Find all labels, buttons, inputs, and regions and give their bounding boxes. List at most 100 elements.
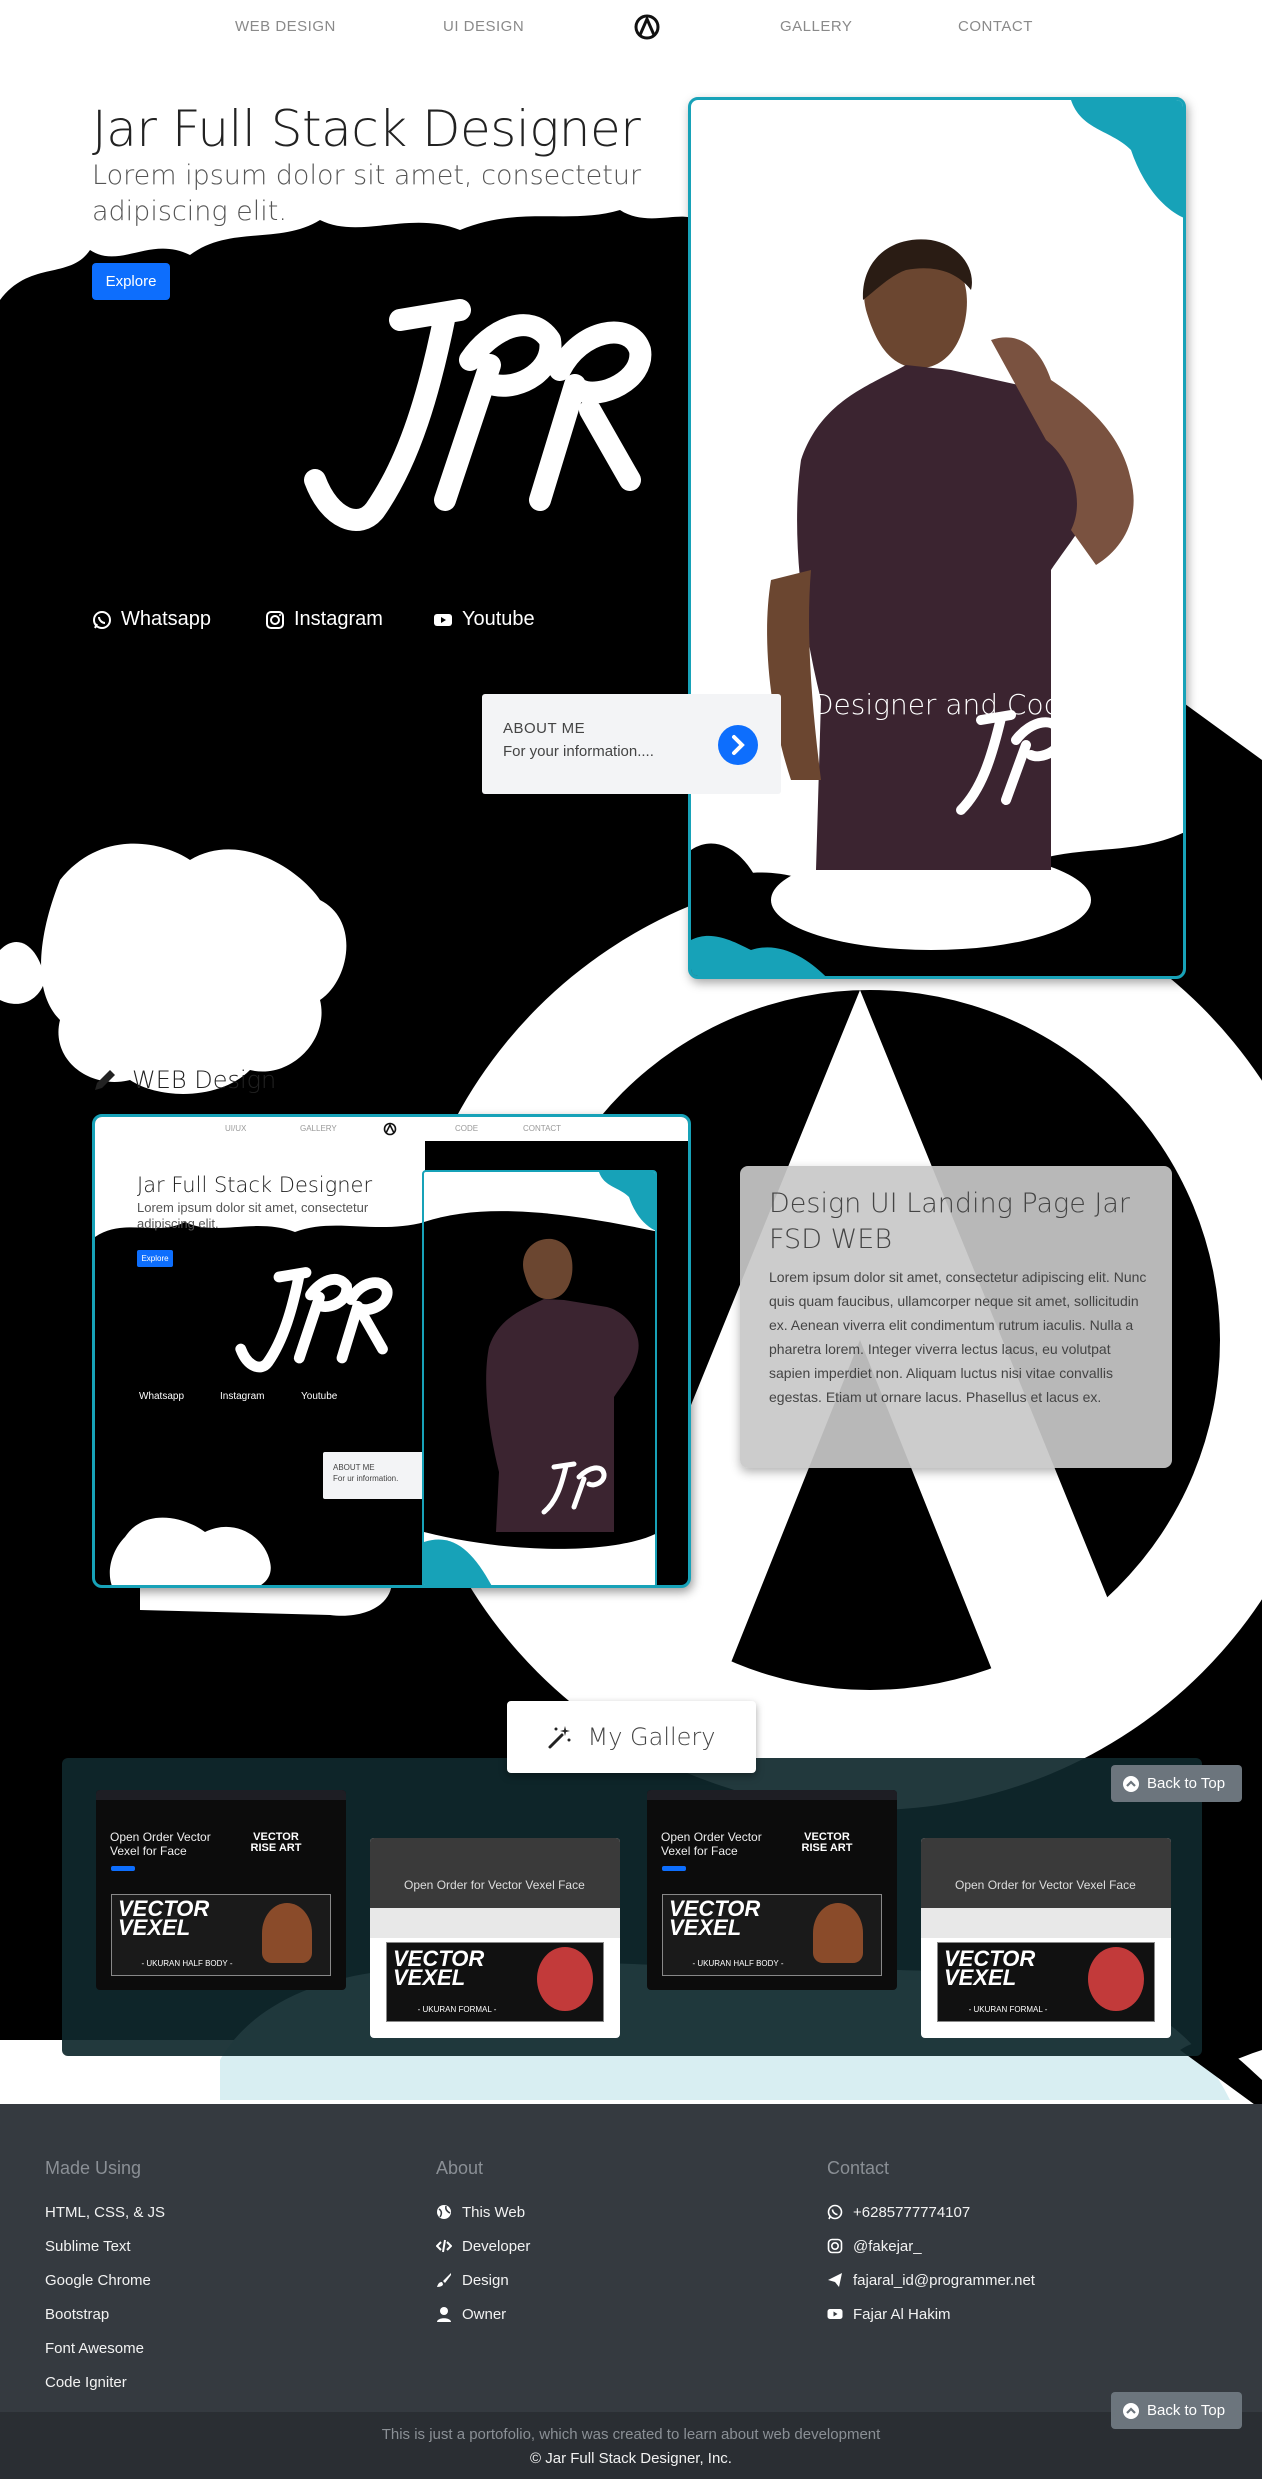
hero-subtitle: Lorem ipsum dolor sit amet, consectetur … xyxy=(92,160,642,227)
web-design-heading: WEB Design xyxy=(92,1066,276,1094)
footer-contact-label: Fajar Al Hakim xyxy=(853,2305,951,2323)
footer-contact-email[interactable]: fajaral_id@programmer.net xyxy=(827,2263,1035,2297)
preview-signature-logo xyxy=(235,1267,393,1373)
footer-made-using-heading: Made Using xyxy=(45,2158,142,2178)
youtube-icon xyxy=(434,613,452,626)
jar-signature-logo xyxy=(304,299,652,531)
footer-contact-label: +6285777774107 xyxy=(853,2203,971,2221)
social-whatsapp[interactable]: Whatsapp xyxy=(92,608,211,631)
about-me-card[interactable]: ABOUT ME For your information.... xyxy=(482,694,781,794)
preview-nav-gallery: GALLERY xyxy=(300,1124,337,1133)
footer-about-label: Owner xyxy=(462,2305,507,2323)
preview-nav-code: CODE xyxy=(455,1124,479,1133)
arrow-up-icon xyxy=(1123,2402,1139,2419)
social-youtube-label: Youtube xyxy=(462,608,535,630)
footer-about: About This Web Developer Design Owner xyxy=(436,2158,530,2331)
footer-contact-instagram[interactable]: @fakejar_ xyxy=(827,2229,1035,2263)
gallery-item[interactable]: Open Order Vector Vexel for Face VECTOR … xyxy=(96,1790,346,1990)
gallery-item-caption: Open Order Vector Vexel for Face xyxy=(110,1830,211,1858)
footer-tool-item: Code Igniter xyxy=(45,2373,127,2391)
chevron-right-icon xyxy=(732,735,745,755)
footer: Made Using HTML, CSS, & JS Sublime Text … xyxy=(0,2104,1262,2412)
copyright-text: © Jar Full Stack Designer, Inc. xyxy=(530,2450,732,2467)
preview-explore-button: Explore xyxy=(137,1250,173,1267)
back-to-top-label: Back to Top xyxy=(1147,2402,1226,2419)
preview-social-instagram: Instagram xyxy=(220,1391,265,1402)
back-to-top-label: Back to Top xyxy=(1147,1775,1226,1792)
photo-caption: Designer and Coder xyxy=(812,688,1091,721)
footer-about-design[interactable]: Design xyxy=(436,2263,530,2297)
user-icon xyxy=(437,2307,451,2322)
footer-tool-item: Sublime Text xyxy=(45,2237,131,2255)
preview-nav-ui-ux: UI/UX xyxy=(225,1124,247,1133)
preview-subtitle: Lorem ipsum dolor sit amet, consectetur … xyxy=(137,1200,369,1231)
footer-tool-item: HTML, CSS, & JS xyxy=(45,2203,166,2221)
gallery-item-banner-title: VECTOR VEXEL xyxy=(944,1946,1036,1990)
gallery-item-banner: VECTOR VEXEL - UKURAN HALF BODY - xyxy=(111,1894,331,1976)
magic-wand-icon xyxy=(548,1726,571,1749)
footer-about-developer[interactable]: Developer xyxy=(436,2229,530,2263)
gallery-item-banner: VECTOR VEXEL - UKURAN FORMAL - xyxy=(937,1942,1155,2022)
whatsapp-icon xyxy=(93,610,111,629)
profile-photo-card xyxy=(688,97,1186,979)
gallery-item-tag: - UKURAN FORMAL - xyxy=(968,2005,1048,2014)
globe-icon xyxy=(437,2205,451,2219)
gallery-item-tag: - UKURAN FORMAL - xyxy=(417,2005,497,2014)
preview-navbar: UI/UX GALLERY CODE CONTACT xyxy=(95,1117,688,1141)
gallery-carousel: Open Order Vector Vexel for Face VECTOR … xyxy=(62,1758,1202,2056)
project-title: Design UI Landing Page Jar FSD WEB xyxy=(769,1188,1131,1255)
footer-contact-youtube[interactable]: Fajar Al Hakim xyxy=(827,2297,1035,2331)
gallery-item-caption: Open Order for Vector Vexel Face xyxy=(404,1878,585,1892)
web-design-heading-text: WEB Design xyxy=(132,1066,277,1094)
preview-social-youtube: Youtube xyxy=(301,1391,338,1402)
gallery-item-side-label: VECTOR RISE ART xyxy=(801,1831,853,1854)
gallery-item-banner-title: VECTOR VEXEL xyxy=(393,1946,485,1990)
social-whatsapp-label: Whatsapp xyxy=(121,608,212,630)
social-instagram[interactable]: Instagram xyxy=(265,608,383,631)
footer-tool-item: Bootstrap xyxy=(45,2305,110,2323)
nav-contact[interactable]: CONTACT xyxy=(958,18,1033,35)
footer-contact-label: @fakejar_ xyxy=(853,2237,922,2255)
footer-contact-heading: Contact xyxy=(827,2158,890,2178)
copyright-bar: This is just a portofolio, which was cre… xyxy=(0,2412,1262,2479)
nav-ui-design[interactable]: UI DESIGN xyxy=(443,18,524,35)
gallery-item-banner-title: VECTOR VEXEL xyxy=(669,1896,761,1940)
hero-title: Jar Full Stack Designer xyxy=(92,100,641,158)
footer-contact-phone[interactable]: +6285777774107 xyxy=(827,2195,1035,2229)
nav-gallery[interactable]: GALLERY xyxy=(780,18,852,35)
preview-logo-icon xyxy=(383,1122,397,1136)
my-gallery-heading[interactable]: My Gallery xyxy=(507,1701,756,1773)
jar-logo-icon[interactable] xyxy=(634,14,660,40)
footer-about-this-web[interactable]: This Web xyxy=(436,2195,530,2229)
gallery-item[interactable]: Open Order for Vector Vexel Face VECTOR … xyxy=(370,1838,620,2038)
gallery-item-banner: VECTOR VEXEL - UKURAN HALF BODY - xyxy=(662,1894,882,1976)
web-design-preview[interactable]: UI/UX GALLERY CODE CONTACT Jar Full Stac… xyxy=(92,1114,691,1588)
project-description-card: Design UI Landing Page Jar FSD WEB Lorem… xyxy=(740,1166,1172,1468)
instagram-icon xyxy=(266,610,284,629)
footer-note: This is just a portofolio, which was cre… xyxy=(381,2426,881,2443)
brush-icon xyxy=(437,2273,451,2287)
back-to-top-button-footer[interactable]: Back to Top xyxy=(1111,2392,1242,2429)
footer-tool-item: Google Chrome xyxy=(45,2271,151,2289)
gallery-item-caption: Open Order Vector Vexel for Face xyxy=(661,1830,762,1858)
explore-button[interactable]: Explore xyxy=(92,263,170,300)
footer-contact: Contact +6285777774107 @fakejar_ fajaral… xyxy=(827,2158,1035,2331)
gallery-item[interactable]: Open Order for Vector Vexel Face VECTOR … xyxy=(921,1838,1171,2038)
footer-about-label: Design xyxy=(462,2271,509,2289)
footer-contact-label: fajaral_id@programmer.net xyxy=(853,2271,1035,2289)
about-me-button[interactable] xyxy=(718,725,758,765)
preview-nav-contact: CONTACT xyxy=(523,1124,562,1133)
nav-web-design[interactable]: WEB DESIGN xyxy=(235,18,336,35)
social-youtube[interactable]: Youtube xyxy=(433,608,535,631)
footer-about-owner[interactable]: Owner xyxy=(436,2297,530,2331)
footer-about-heading: About xyxy=(436,2158,484,2178)
gallery-item-banner-title: VECTOR VEXEL xyxy=(118,1896,210,1940)
about-me-title: ABOUT ME xyxy=(503,720,586,737)
footer-tool-item: Font Awesome xyxy=(45,2339,144,2357)
youtube-icon xyxy=(827,2309,843,2319)
gallery-item-banner: VECTOR VEXEL - UKURAN FORMAL - xyxy=(386,1942,604,2022)
preview-title: Jar Full Stack Designer xyxy=(137,1173,373,1197)
gallery-item[interactable]: Open Order Vector Vexel for Face VECTOR … xyxy=(647,1790,897,1990)
back-to-top-button[interactable]: Back to Top xyxy=(1111,1765,1242,1802)
gallery-item-tag: - UKURAN HALF BODY - xyxy=(141,1959,233,1968)
